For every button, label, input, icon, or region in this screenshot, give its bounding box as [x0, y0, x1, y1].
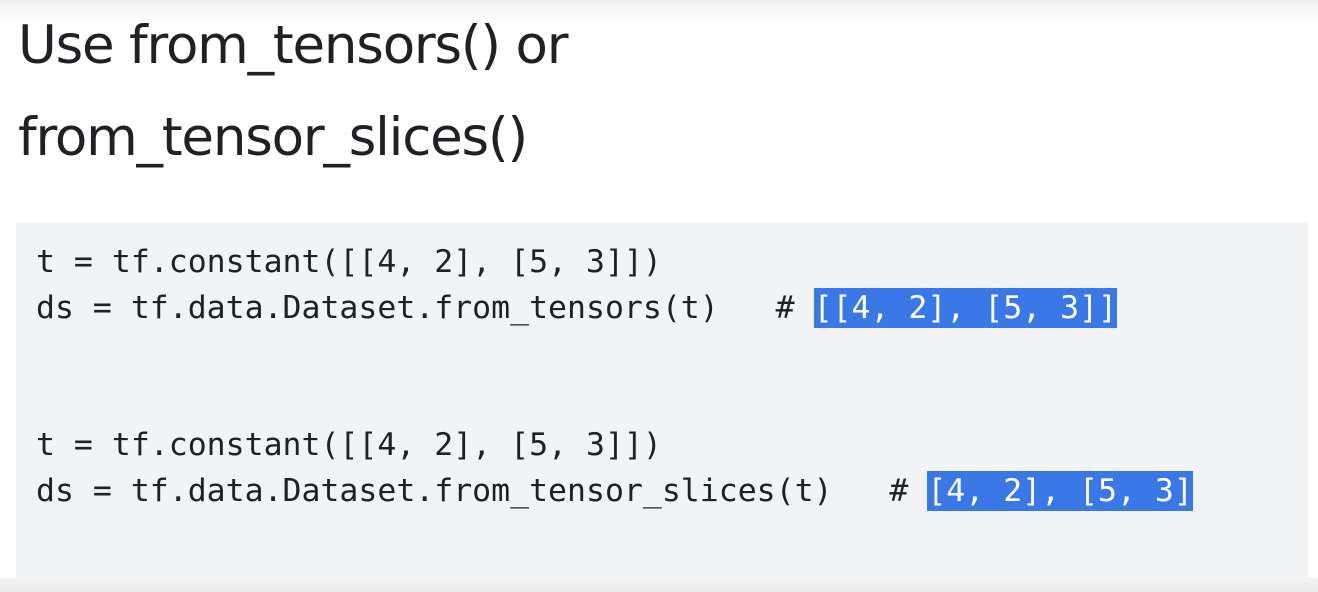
code-text-from-tensors: ds = tf.data.Dataset.from_tensors(t) #: [36, 290, 814, 326]
highlighted-result-from-tensor-slices: [4, 2], [5, 3]: [927, 471, 1193, 511]
slide-title-line-2: from_tensor_slices(): [18, 107, 528, 168]
bottom-edge: [0, 578, 1318, 592]
code-block: t = tf.constant([[4, 2], [5, 3]]) ds = t…: [16, 223, 1308, 578]
code-line-constant-2: t = tf.constant([[4, 2], [5, 3]]): [36, 427, 662, 463]
slide-title: Use from_tensors() or from_tensor_slices…: [18, 0, 569, 184]
code-line-constant-1: t = tf.constant([[4, 2], [5, 3]]): [36, 244, 662, 280]
slide-title-line-1: Use from_tensors() or: [18, 15, 569, 76]
highlighted-result-from-tensors: [[4, 2], [5, 3]]: [813, 288, 1117, 328]
code-text-from-tensor-slices: ds = tf.data.Dataset.from_tensor_slices(…: [36, 473, 928, 509]
code-line-from-tensors: ds = tf.data.Dataset.from_tensors(t) # […: [36, 288, 1117, 328]
code-line-from-tensor-slices: ds = tf.data.Dataset.from_tensor_slices(…: [36, 471, 1193, 511]
